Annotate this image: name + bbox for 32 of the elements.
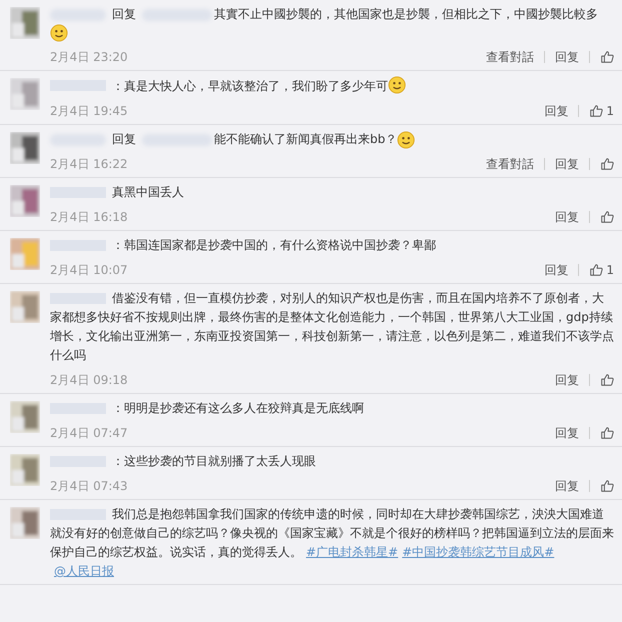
reply-link[interactable]: 回复 [555,477,579,495]
reply-label: 回复 [112,6,136,23]
like-count: 1 [606,262,614,279]
reply-link[interactable]: 回复 [555,371,579,389]
comment-date: 2月4日 19:45 [50,103,128,120]
comment-text: 能不能确认了新闻真假再出来bb？ [214,131,398,148]
reply-link[interactable]: 回复 [555,48,579,66]
reply-label: 回复 [112,131,136,148]
comment-date: 2月4日 07:43 [50,478,128,495]
like-icon[interactable] [600,426,614,440]
reply-link[interactable]: 回复 [555,155,579,173]
view-conversation-link[interactable]: 查看對話 [486,155,534,173]
comment-date: 2月4日 16:18 [50,209,128,226]
like-icon[interactable] [600,50,614,64]
like-icon[interactable] [600,157,614,171]
like-count: 1 [606,103,614,120]
comment-date: 2月4日 23:20 [50,49,128,66]
reply-link[interactable]: 回复 [555,424,579,442]
like-icon[interactable] [589,104,604,118]
comment-date: 2月4日 16:22 [50,156,128,173]
comment-text: 其實不止中國抄襲的，其他国家也是抄襲，但相比之下，中國抄襲比較多 [214,6,598,23]
comment-date: 2月4日 07:47 [50,425,128,442]
reply-link[interactable]: 回复 [544,261,568,279]
like-icon[interactable] [600,210,614,224]
like-icon[interactable] [589,263,604,277]
like-icon[interactable] [600,373,614,387]
comment-date: 2月4日 09:18 [50,372,128,389]
view-conversation-link[interactable]: 查看對話 [486,48,534,66]
like-icon[interactable] [600,479,614,493]
reply-link[interactable]: 回复 [544,102,568,120]
comment-date: 2月4日 10:07 [50,262,128,279]
reply-link[interactable]: 回复 [555,208,579,226]
